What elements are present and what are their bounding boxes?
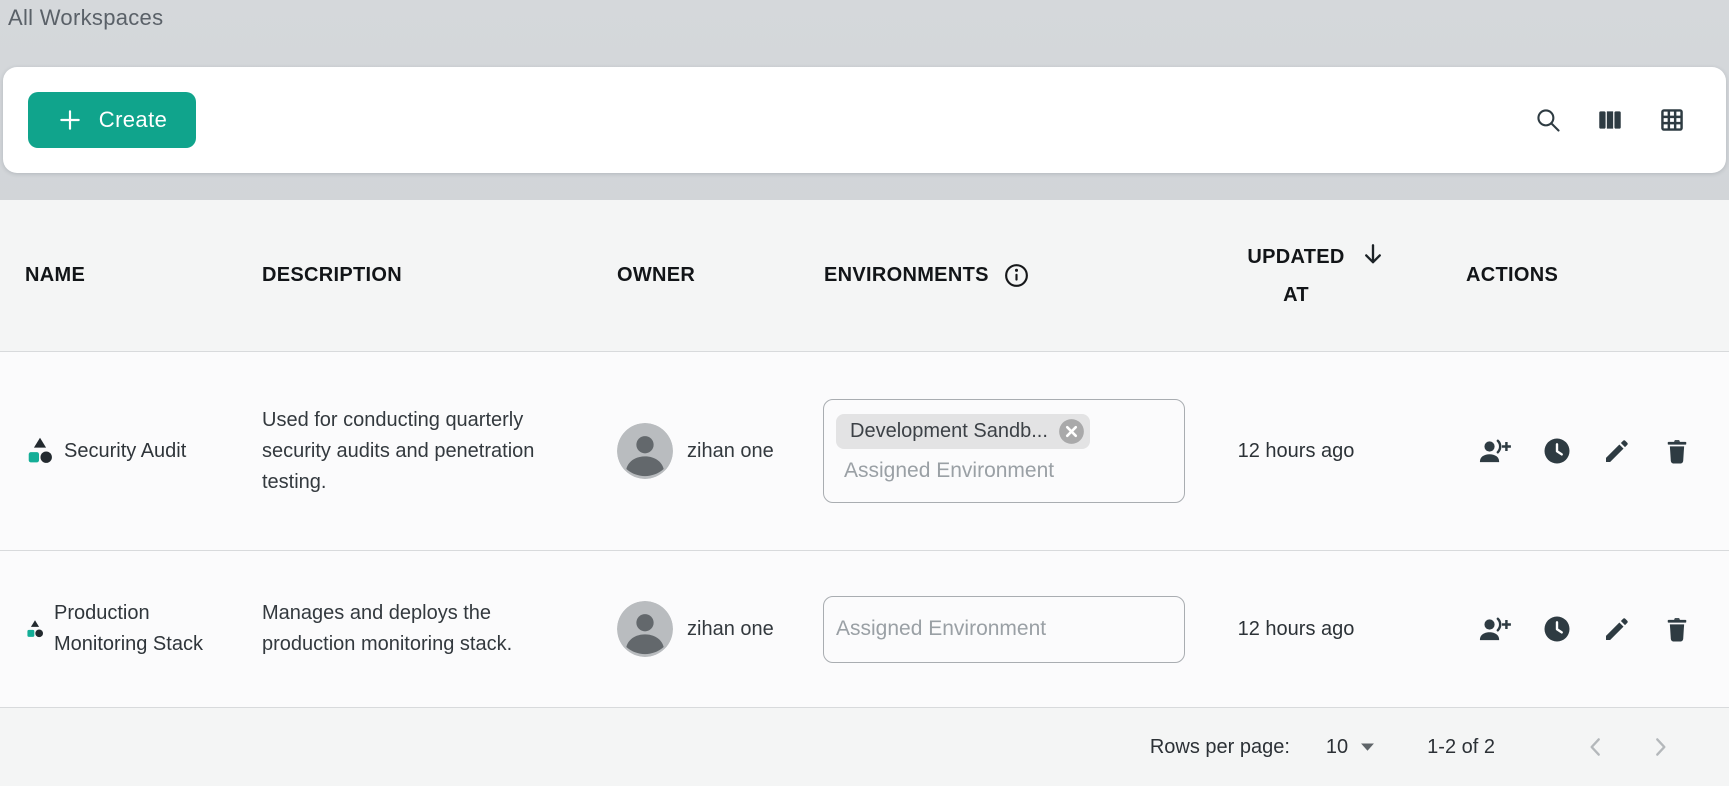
column-header-environments: ENVIRONMENTS bbox=[824, 264, 989, 287]
toolbar-icons bbox=[1534, 106, 1686, 134]
search-icon[interactable] bbox=[1534, 106, 1562, 134]
grid-view-icon[interactable] bbox=[1658, 106, 1686, 134]
history-icon[interactable] bbox=[1542, 614, 1572, 644]
workspace-category-icon bbox=[25, 436, 55, 467]
previous-page-icon[interactable] bbox=[1583, 734, 1609, 760]
plus-icon bbox=[57, 107, 83, 133]
column-header-description: DESCRIPTION bbox=[262, 264, 402, 287]
columns-view-icon[interactable] bbox=[1596, 106, 1624, 134]
environment-chip[interactable]: Development Sandb... bbox=[836, 414, 1090, 449]
updated-at-value: 12 hours ago bbox=[1238, 436, 1355, 467]
page-title: All Workspaces bbox=[8, 5, 163, 31]
rows-per-page-label: Rows per page: bbox=[1150, 736, 1290, 759]
workspace-name: Security Audit bbox=[64, 436, 186, 467]
assigned-environment-input[interactable]: Assigned Environment bbox=[823, 596, 1185, 663]
table-row: Production Monitoring Stack Manages and … bbox=[0, 551, 1729, 708]
add-user-icon[interactable] bbox=[1478, 436, 1512, 466]
updated-at-line2: AT bbox=[1283, 276, 1309, 314]
column-header-updated-at[interactable]: UPDATED AT bbox=[1247, 238, 1344, 314]
rows-per-page-value: 10 bbox=[1326, 736, 1348, 759]
owner-avatar bbox=[617, 601, 673, 657]
sort-descending-icon[interactable] bbox=[1359, 240, 1387, 268]
workspace-category-icon bbox=[25, 619, 45, 640]
edit-icon[interactable] bbox=[1602, 614, 1632, 644]
updated-at-value: 12 hours ago bbox=[1238, 614, 1355, 645]
assigned-environment-input[interactable]: Development Sandb... Assigned Environmen… bbox=[823, 399, 1185, 503]
environment-placeholder: Assigned Environment bbox=[844, 455, 1172, 488]
delete-icon[interactable] bbox=[1662, 614, 1692, 644]
create-button[interactable]: Create bbox=[28, 92, 196, 148]
table-row: Security Audit Used for conducting quart… bbox=[0, 352, 1729, 551]
owner-avatar bbox=[617, 423, 673, 479]
workspaces-page: All Workspaces Create NAME DESCRIPTION O… bbox=[0, 0, 1729, 786]
add-user-icon[interactable] bbox=[1478, 614, 1512, 644]
workspace-name: Production Monitoring Stack bbox=[54, 598, 214, 660]
edit-icon[interactable] bbox=[1602, 436, 1632, 466]
owner-name: zihan one bbox=[687, 436, 774, 467]
chip-close-icon[interactable] bbox=[1058, 418, 1085, 445]
delete-icon[interactable] bbox=[1662, 436, 1692, 466]
pagination-range: 1-2 of 2 bbox=[1427, 736, 1495, 759]
environment-placeholder: Assigned Environment bbox=[836, 613, 1046, 646]
workspace-description: Manages and deploys the production monit… bbox=[262, 598, 558, 660]
table-header-row: NAME DESCRIPTION OWNER ENVIRONMENTS UPDA… bbox=[0, 200, 1729, 352]
workspace-description: Used for conducting quarterly security a… bbox=[262, 405, 558, 498]
create-button-label: Create bbox=[99, 107, 167, 133]
updated-at-line1: UPDATED bbox=[1247, 246, 1344, 268]
toolbar: Create bbox=[3, 67, 1726, 173]
workspaces-table: NAME DESCRIPTION OWNER ENVIRONMENTS UPDA… bbox=[0, 200, 1729, 786]
info-icon[interactable] bbox=[1003, 262, 1030, 289]
owner-name: zihan one bbox=[687, 614, 774, 645]
history-icon[interactable] bbox=[1542, 436, 1572, 466]
caret-down-icon bbox=[1360, 742, 1375, 752]
environment-chip-label: Development Sandb... bbox=[850, 416, 1048, 447]
rows-per-page-select[interactable]: 10 bbox=[1326, 736, 1375, 759]
table-pagination: Rows per page: 10 1-2 of 2 bbox=[0, 708, 1729, 786]
column-header-actions: ACTIONS bbox=[1466, 264, 1558, 287]
next-page-icon[interactable] bbox=[1647, 734, 1673, 760]
column-header-owner: OWNER bbox=[617, 264, 695, 287]
column-header-name: NAME bbox=[25, 264, 85, 287]
